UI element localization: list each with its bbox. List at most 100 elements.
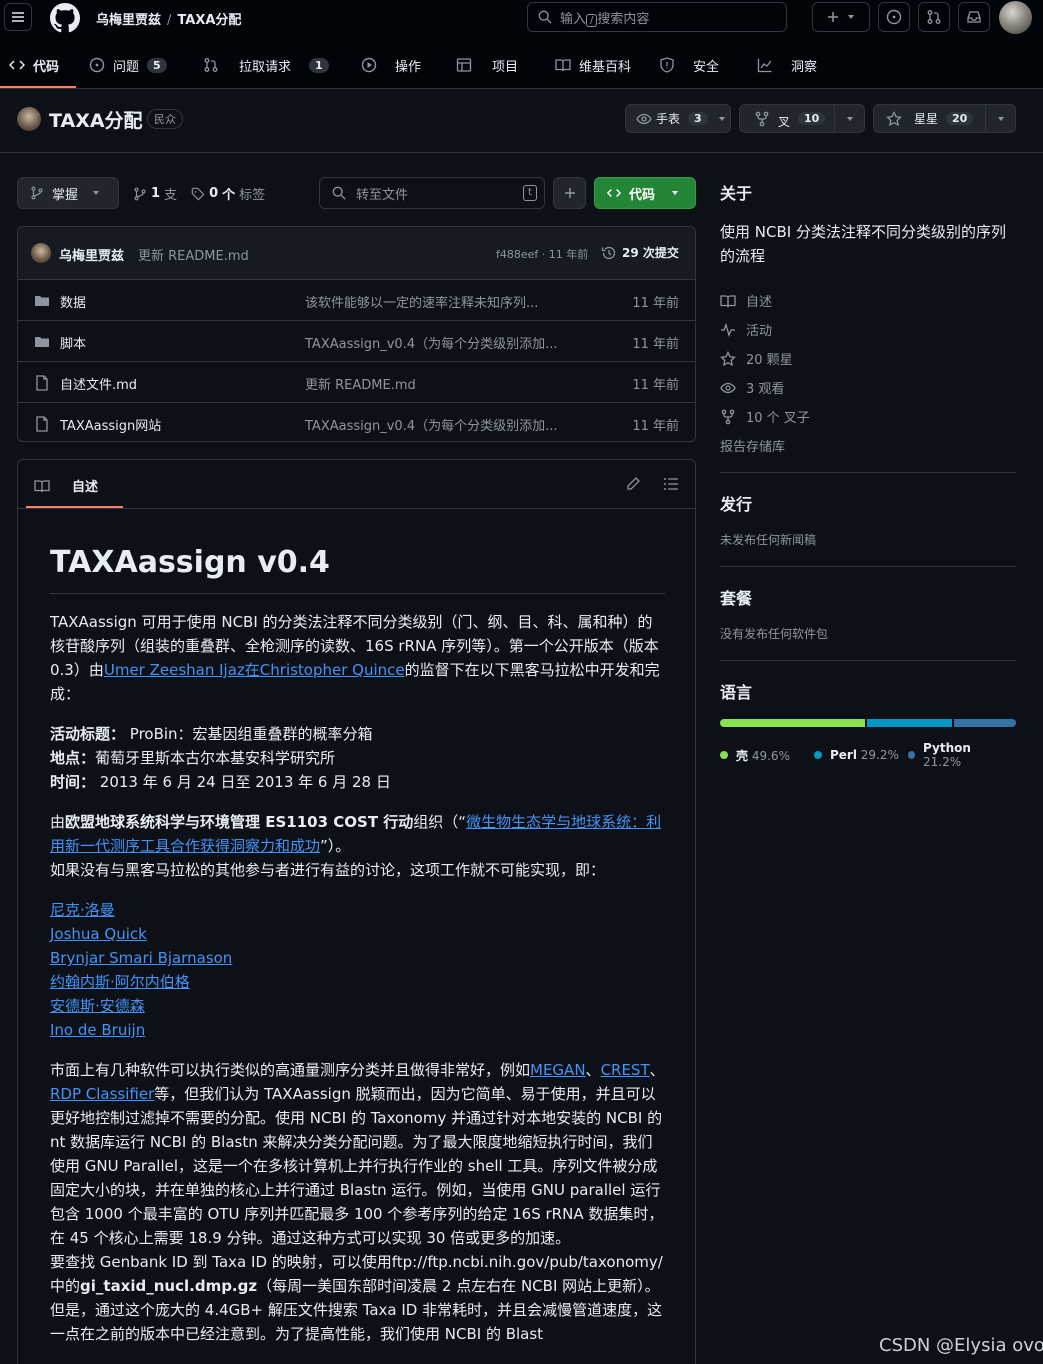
readme-link[interactable]: 自述	[720, 286, 1016, 315]
watchers-link[interactable]: 3 观看	[720, 373, 1016, 402]
participant-link[interactable]: Joshua Quick	[50, 922, 665, 946]
repo-name[interactable]: TAXA分配	[49, 106, 143, 133]
language-item[interactable]: Perl 29.2%	[814, 741, 908, 769]
file-commit-message[interactable]: 该软件能够以一定的速率注释未知序列...	[305, 292, 565, 311]
code-download-button[interactable]: 代码	[594, 177, 696, 209]
file-directory-icon	[34, 293, 50, 309]
event-label: 活动标题：	[50, 725, 126, 743]
commit-author-avatar[interactable]	[31, 243, 51, 263]
user-avatar[interactable]	[999, 1, 1032, 34]
shield-icon	[659, 57, 675, 73]
breadcrumb-separator: /	[167, 13, 172, 28]
tab-projects-label: 项目	[492, 59, 519, 75]
add-file-button[interactable]	[553, 177, 586, 209]
watch-label: 手表	[656, 112, 681, 126]
participant-link[interactable]: 尼克·洛曼	[50, 898, 665, 922]
list-unordered-icon[interactable]	[663, 476, 679, 492]
crest-link[interactable]: CREST	[601, 1061, 650, 1079]
search-input[interactable]: 输入 / 搜索内容	[527, 2, 787, 32]
participant-link[interactable]: Ino de Bruijn	[50, 1018, 665, 1042]
file-name[interactable]: 自述文件.md	[60, 374, 137, 393]
commit-message[interactable]: 更新 README.md	[138, 245, 249, 264]
file-commit-message[interactable]: TAXAassign_v0.4（为每个分类级别添加...	[305, 333, 565, 352]
go-to-file-input[interactable]: 转至文件 t	[319, 177, 545, 209]
language-item[interactable]: 壳 49.6%	[720, 741, 814, 769]
issues-button[interactable]	[878, 2, 910, 32]
readme-tab-label: 自述	[72, 480, 99, 495]
megan-link[interactable]: MEGAN	[530, 1061, 586, 1079]
language-percent: 49.6%	[751, 748, 790, 763]
rdp-link[interactable]: RDP Classifier	[50, 1085, 154, 1103]
participant-link[interactable]: 安德斯·安德森	[50, 994, 665, 1018]
triangle-down-icon	[92, 189, 100, 197]
branch-select-button[interactable]: 掌握	[17, 177, 119, 209]
tab-wiki[interactable]: 维基百科	[555, 54, 631, 76]
file-row[interactable]: 数据 该软件能够以一定的速率注释未知序列... 11 年前	[18, 280, 695, 321]
tab-issues[interactable]: 问题 5	[89, 54, 167, 76]
file-row[interactable]: TAXAassign网站 TAXAassign_v0.4（为每个分类级别添加...…	[18, 403, 695, 441]
stars-link[interactable]: 20 颗星	[720, 344, 1016, 373]
pencil-icon[interactable]	[625, 476, 641, 492]
breadcrumb-repo[interactable]: TAXA分配	[177, 13, 241, 28]
watch-button[interactable]: 手表 3	[625, 104, 731, 133]
tab-wiki-label: 维基百科	[579, 59, 632, 75]
tab-issues-label: 问题	[113, 59, 140, 75]
readme-title: TAXAassign v0.4	[50, 543, 665, 594]
search-icon	[332, 186, 346, 200]
commit-count: 29 次提交	[622, 246, 679, 260]
file-commit-message[interactable]: TAXAassign_v0.4（为每个分类级别添加...	[305, 415, 565, 434]
tab-insights[interactable]: 洞察	[757, 54, 817, 76]
commit-author[interactable]: 乌梅里贾兹	[59, 245, 124, 264]
star-button-group: 星星 20	[873, 104, 1016, 133]
owner-avatar[interactable]	[17, 107, 41, 131]
branch-name: 掌握	[52, 187, 79, 203]
authors-link[interactable]: Umer Zeeshan Ijaz在Christopher Quince	[104, 661, 405, 679]
star-button[interactable]: 星星 20	[874, 105, 985, 132]
org-text-3: ”）。	[320, 837, 351, 855]
file-age: 11 年前	[632, 337, 679, 352]
pull-requests-button[interactable]	[918, 2, 950, 32]
place-value: 葡萄牙里斯本古尔本基安科学研究所	[95, 749, 336, 767]
activity-link[interactable]: 活动	[720, 315, 1016, 344]
forks-link[interactable]: 10 个 叉子	[720, 402, 1016, 431]
tab-code[interactable]: 代码	[9, 54, 59, 76]
file-row[interactable]: 自述文件.md 更新 README.md 11 年前	[18, 362, 695, 403]
tags-link[interactable]: 0 个 标签	[191, 184, 265, 203]
participant-link[interactable]: Brynjar Smari Bjarnason	[50, 946, 665, 970]
fork-button[interactable]: 叉 10	[740, 105, 834, 132]
commit-sha-age[interactable]: f488eef · 11 年前	[496, 246, 588, 262]
file-row[interactable]: 脚本 TAXAassign_v0.4（为每个分类级别添加... 11 年前	[18, 321, 695, 362]
star-icon	[720, 350, 736, 367]
file-commit-message[interactable]: 更新 README.md	[305, 374, 565, 393]
search-icon	[538, 10, 552, 24]
packages-empty-text: 没有发布任何软件包	[720, 627, 829, 641]
forks-link-label: 10 个 叉子	[746, 411, 810, 426]
releases-title[interactable]: 发行	[720, 491, 1016, 515]
tab-pull-requests[interactable]: 拉取请求 1	[203, 54, 329, 76]
participant-link[interactable]: 约翰内斯·阿尔内伯格	[50, 970, 665, 994]
menu-button[interactable]	[4, 3, 32, 31]
report-repository-link[interactable]: 报告存储库	[720, 431, 1016, 460]
create-new-button[interactable]	[812, 2, 870, 32]
commit-history-link[interactable]: 29 次提交	[601, 244, 679, 261]
fork-dropdown[interactable]	[834, 105, 864, 132]
tab-security[interactable]: 安全	[659, 54, 719, 76]
org-text: 由	[50, 813, 66, 831]
star-dropdown[interactable]	[985, 105, 1015, 132]
search-shortcut-key: /	[586, 13, 598, 27]
packages-title[interactable]: 套餐	[720, 585, 1016, 609]
language-item[interactable]: Python 21.2%	[908, 741, 1002, 769]
file-name[interactable]: 数据	[60, 292, 86, 311]
readme-tab[interactable]: 自述	[34, 476, 98, 495]
github-logo-icon[interactable]	[50, 3, 80, 33]
branches-link[interactable]: 1 支	[133, 184, 177, 203]
tab-projects[interactable]: 项目	[456, 54, 518, 76]
time-label: 时间：	[50, 773, 96, 791]
file-name[interactable]: TAXAassign网站	[60, 415, 161, 434]
tab-actions[interactable]: 操作	[361, 54, 421, 76]
repo-forked-icon	[754, 111, 770, 127]
inbox-button[interactable]	[958, 2, 990, 32]
file-name[interactable]: 脚本	[60, 333, 86, 352]
breadcrumb-owner[interactable]: 乌梅里贾兹	[96, 13, 161, 28]
tags-count: 0	[209, 186, 219, 201]
